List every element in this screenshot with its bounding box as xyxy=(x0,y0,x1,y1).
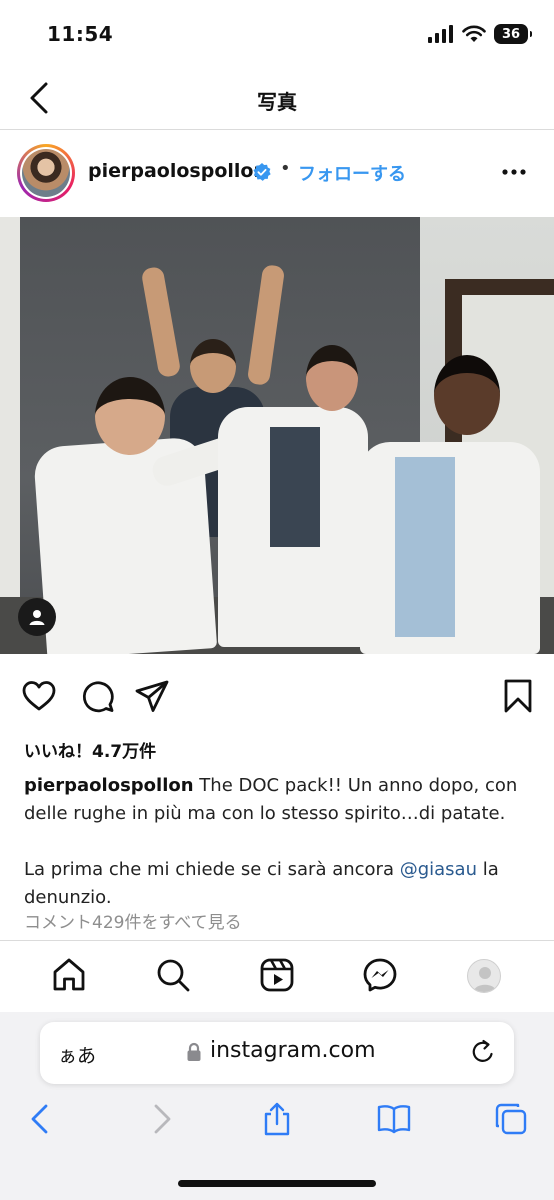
search-icon[interactable] xyxy=(155,957,191,993)
comment-icon[interactable] xyxy=(79,678,115,714)
author-avatar[interactable] xyxy=(17,144,75,202)
lock-icon xyxy=(187,1042,201,1061)
post-header: pierpaolospollon • フォローする xyxy=(0,130,554,216)
chevron-right-icon[interactable] xyxy=(144,1102,178,1136)
wifi-icon xyxy=(462,25,486,42)
caption-mention[interactable]: @giasau xyxy=(400,859,477,880)
user-tag-icon[interactable] xyxy=(18,598,56,636)
caption-username[interactable]: pierpaolospollon xyxy=(24,775,194,796)
messenger-icon[interactable] xyxy=(362,957,398,993)
caption-text-2: La prima che mi chiede se ci sarà ancora xyxy=(24,859,400,880)
safari-bar: ぁあ instagram.com xyxy=(0,1012,554,1200)
status-time: 11:54 xyxy=(47,22,114,46)
reload-icon[interactable] xyxy=(470,1039,496,1065)
chevron-left-icon[interactable] xyxy=(24,1102,58,1136)
profile-avatar[interactable] xyxy=(467,959,501,993)
home-icon[interactable] xyxy=(51,957,87,993)
share-icon[interactable] xyxy=(134,678,170,714)
likes-count[interactable]: いいね！4.7万件 xyxy=(24,737,156,762)
post-actions xyxy=(0,666,554,726)
bookmark-icon[interactable] xyxy=(500,678,536,714)
page-title: 写真 xyxy=(257,90,297,114)
heart-icon[interactable] xyxy=(21,678,57,714)
separator-dot: • xyxy=(280,158,291,179)
reels-icon[interactable] xyxy=(259,957,295,993)
person-icon xyxy=(29,610,45,625)
author-username[interactable]: pierpaolospollon xyxy=(88,160,267,182)
verified-badge-icon xyxy=(253,163,271,181)
bookmarks-icon[interactable] xyxy=(377,1102,411,1136)
status-indicators: 36 xyxy=(428,24,532,44)
home-indicator xyxy=(178,1180,376,1187)
post-photo[interactable] xyxy=(0,217,554,654)
url-text[interactable]: instagram.com xyxy=(210,1038,376,1063)
battery-icon: 36 xyxy=(494,24,532,44)
battery-level: 36 xyxy=(501,26,521,42)
profile-placeholder-icon xyxy=(473,967,497,992)
text-size-button[interactable]: ぁあ xyxy=(58,1041,96,1068)
follow-button[interactable]: フォローする xyxy=(298,160,406,186)
status-bar: 11:54 36 xyxy=(0,0,554,70)
view-all-comments-link[interactable]: コメント429件をすべて見る xyxy=(24,908,242,933)
signal-icon xyxy=(428,25,453,43)
share-sheet-icon[interactable] xyxy=(260,1102,294,1136)
tabs-icon[interactable] xyxy=(494,1102,528,1136)
post-caption: pierpaolospollon The DOC pack!! Un anno … xyxy=(24,772,534,912)
bottom-tab-bar xyxy=(0,940,554,1012)
address-bar[interactable]: ぁあ instagram.com xyxy=(40,1022,514,1084)
nav-bar: 写真 xyxy=(0,70,554,130)
more-icon[interactable] xyxy=(502,164,526,180)
